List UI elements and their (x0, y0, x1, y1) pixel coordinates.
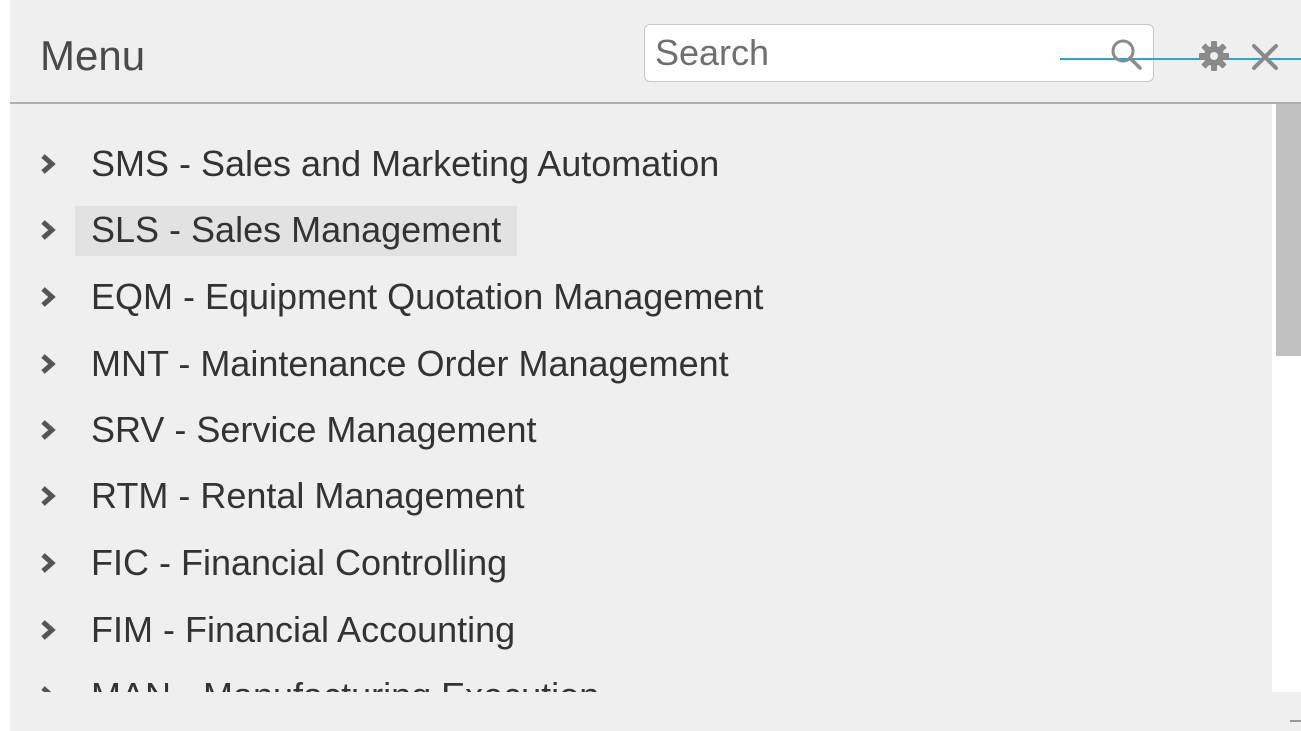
menu-item-label: MAN - Manufacturing Execution (75, 672, 615, 692)
menu-item-label: RTM - Rental Management (91, 475, 525, 516)
menu-item-label: SLS - Sales Management (75, 206, 518, 256)
chevron-right-icon (41, 620, 56, 640)
chevron-right-icon (41, 154, 56, 174)
menu-list: SMS - Sales and Marketing Automation SLS… (10, 104, 1272, 692)
menu-item-label: SRV - Service Management (91, 409, 537, 450)
menu-item-label: EQM - Equipment Quotation Management (91, 276, 764, 317)
menu-title: Menu (40, 32, 146, 79)
menu-item-man[interactable]: MAN - Manufacturing Execution (10, 668, 1272, 692)
menu-panel: Menu SMS - Sales and Marketing Autom (10, 0, 1301, 731)
menu-scrollbar[interactable] (1272, 104, 1301, 692)
resize-handle[interactable] (1290, 720, 1301, 722)
menu-item-srv[interactable]: SRV - Service Management (10, 402, 1272, 454)
menu-item-fic[interactable]: FIC - Financial Controlling (10, 535, 1272, 587)
chevron-right-icon (41, 220, 56, 240)
menu-item-rtm[interactable]: RTM - Rental Management (10, 468, 1272, 520)
close-icon[interactable] (1250, 42, 1280, 72)
menu-item-label: FIM - Financial Accounting (91, 609, 516, 650)
menu-item-fim[interactable]: FIM - Financial Accounting (10, 602, 1272, 654)
panel-footer (10, 692, 1301, 731)
chevron-right-icon (41, 354, 56, 374)
menu-item-label: MNT - Maintenance Order Management (91, 343, 729, 384)
search-icon[interactable] (1108, 36, 1144, 72)
chevron-right-icon (41, 486, 56, 506)
gear-icon[interactable] (1198, 40, 1230, 72)
menu-item-sms[interactable]: SMS - Sales and Marketing Automation (10, 136, 1272, 188)
menu-item-sls[interactable]: SLS - Sales Management (10, 202, 1272, 256)
menu-item-mnt[interactable]: MNT - Maintenance Order Management (10, 336, 1272, 388)
menu-item-label: SMS - Sales and Marketing Automation (91, 143, 720, 184)
chevron-right-icon (41, 553, 56, 573)
menu-item-label: FIC - Financial Controlling (91, 542, 508, 583)
chevron-right-icon (41, 287, 56, 307)
menu-item-eqm[interactable]: EQM - Equipment Quotation Management (10, 269, 1272, 321)
chevron-right-icon (41, 420, 56, 440)
search-input[interactable] (644, 24, 1154, 82)
chevron-right-icon (41, 686, 52, 692)
menu-header: Menu (10, 0, 1301, 104)
scrollbar-thumb[interactable] (1276, 104, 1301, 356)
